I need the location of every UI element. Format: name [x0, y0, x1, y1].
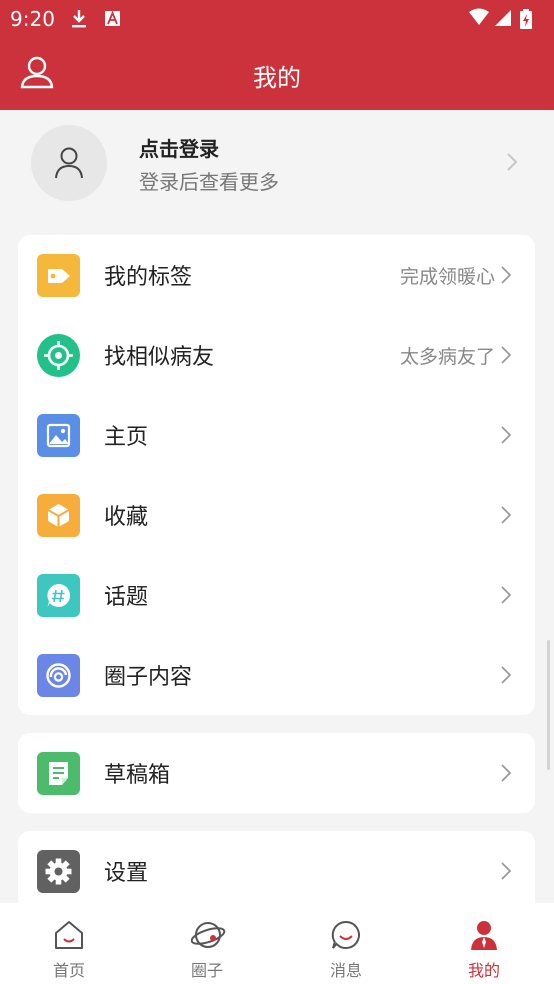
menu-item-label: 设置 — [104, 861, 149, 886]
status-time: 9:20 — [10, 7, 55, 31]
tab-mine[interactable]: 我的 — [415, 903, 553, 984]
home-icon — [55, 921, 83, 949]
chevron-right-icon — [506, 152, 518, 176]
menu-item-label: 主页 — [104, 425, 149, 450]
login-card[interactable]: 点击登录 登录后查看更多 — [0, 110, 554, 220]
menu-item-label: 圈子内容 — [104, 665, 193, 690]
status-notification-icons — [70, 8, 130, 34]
box-icon — [37, 494, 80, 537]
circle-swirl-icon — [37, 654, 80, 697]
app-notification-icon — [105, 10, 120, 26]
menu-item-tags[interactable]: 我的标签 完成领暖心 — [18, 235, 535, 315]
chevron-right-icon — [501, 862, 512, 884]
status-bar: 9:20 — [0, 0, 554, 38]
menu-item-hint: 完成领暖心 — [399, 266, 495, 288]
chevron-right-icon — [501, 266, 512, 288]
menu-item-drafts[interactable]: 草稿箱 — [18, 733, 535, 813]
chevron-right-icon — [501, 426, 512, 448]
tab-label: 我的 — [467, 961, 500, 980]
battery-icon — [520, 9, 532, 29]
chevron-right-icon — [501, 666, 512, 688]
tab-circle[interactable]: 圈子 — [138, 903, 276, 984]
login-title[interactable]: 点击登录 — [139, 133, 219, 162]
download-icon — [72, 10, 86, 28]
tab-messages[interactable]: 消息 — [277, 903, 415, 984]
menu-item-label: 话题 — [104, 585, 149, 610]
menu-item-favorites[interactable]: 收藏 — [18, 475, 535, 555]
status-system-icons — [468, 6, 548, 36]
menu-item-label: 草稿箱 — [104, 763, 171, 788]
image-icon — [37, 414, 80, 457]
chevron-right-icon — [501, 586, 512, 608]
target-icon — [37, 334, 80, 377]
menu-card-drafts: 草稿箱 — [18, 733, 535, 813]
tab-label: 首页 — [52, 961, 85, 980]
signal-icon — [495, 10, 511, 26]
tab-label: 圈子 — [190, 961, 223, 980]
menu-item-settings[interactable]: 设置 — [18, 831, 535, 911]
menu-item-similar-patients[interactable]: 找相似病友 太多病友了 — [18, 315, 535, 395]
scrollbar[interactable] — [547, 640, 550, 770]
menu-item-label: 我的标签 — [104, 265, 193, 290]
menu-item-label: 收藏 — [104, 505, 149, 530]
person-icon — [471, 921, 497, 950]
chevron-right-icon — [501, 764, 512, 786]
document-icon — [37, 752, 80, 795]
chevron-right-icon — [501, 346, 512, 368]
hashtag-chat-icon — [37, 574, 80, 617]
tab-label: 消息 — [329, 961, 362, 980]
avatar[interactable] — [31, 125, 107, 201]
menu-item-homepage[interactable]: 主页 — [18, 395, 535, 475]
menu-item-circle-content[interactable]: 圈子内容 — [18, 635, 535, 715]
menu-item-hint: 太多病友了 — [399, 346, 495, 368]
menu-item-label: 找相似病友 — [104, 345, 215, 370]
planet-icon — [191, 922, 226, 948]
tag-icon — [37, 254, 80, 297]
chat-smile-icon — [331, 920, 360, 949]
chevron-right-icon — [501, 506, 512, 528]
menu-item-topics[interactable]: 话题 — [18, 555, 535, 635]
page-title: 我的 — [253, 64, 301, 92]
login-subtitle: 登录后查看更多 — [139, 170, 279, 194]
header: 我的 — [0, 38, 554, 110]
tab-home[interactable]: 首页 — [0, 903, 138, 984]
menu-card-main: 我的标签 完成领暖心 找相似病友 太多病友了 主页 收藏 话题 圈子内容 — [18, 235, 535, 715]
bottom-tab-bar: 首页 圈子 消息 我的 — [0, 903, 554, 984]
wifi-icon — [469, 8, 489, 25]
gear-icon — [37, 850, 80, 893]
avatar-person-icon — [55, 147, 83, 179]
